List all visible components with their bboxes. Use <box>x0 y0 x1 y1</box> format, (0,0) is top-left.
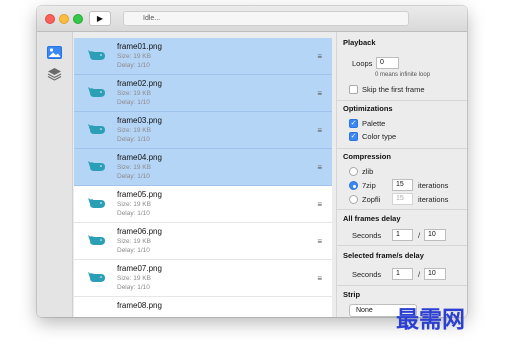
zlib-label: zlib <box>362 167 374 176</box>
frame-filename: frame05.png <box>117 190 162 199</box>
selected-delay-denominator-input[interactable]: 10 <box>424 268 446 280</box>
palette-checkbox[interactable]: ✓ <box>349 119 358 128</box>
play-button[interactable]: ▶ <box>89 11 111 26</box>
frame-delay: Delay: 1/10 <box>117 173 150 180</box>
frame-size: Size: 19 KB <box>117 53 151 60</box>
layers-icon[interactable] <box>46 67 62 81</box>
whale-thumbnail-icon <box>88 50 105 60</box>
zlib-radio[interactable] <box>349 167 358 176</box>
strip-title: Strip <box>343 290 361 299</box>
compression-section: Compression zlib 7zip 15 iterations Zopf… <box>337 149 467 210</box>
close-window-button[interactable] <box>45 14 55 24</box>
zoom-window-button[interactable] <box>73 14 83 24</box>
frame-size: Size: 19 KB <box>117 164 151 171</box>
watermark-logo: 最需网 <box>396 306 465 333</box>
frame-size: Size: 19 KB <box>117 275 151 282</box>
app-window: ▶ Idle... frame01.png Size: 19 KB Delay:… <box>37 6 467 317</box>
frame-size: Size: 19 KB <box>117 127 151 134</box>
selected-delay-slash: / <box>418 270 421 279</box>
frame-delay: Delay: 1/10 <box>117 284 150 291</box>
frame-row[interactable]: frame05.png Size: 19 KB Delay: 1/10 ≡ <box>74 186 332 223</box>
frame-filename: frame07.png <box>117 264 162 273</box>
drag-handle-icon[interactable]: ≡ <box>317 89 322 98</box>
optimizations-section: Optimizations ✓ Palette ✓ Color type <box>337 101 467 149</box>
all-frames-delay-section: All frames delay Seconds 1 / 10 <box>337 210 467 246</box>
frame-row[interactable]: frame08.png <box>74 297 332 317</box>
whale-thumbnail-icon <box>88 198 105 208</box>
selected-frames-delay-section: Selected frame/s delay Seconds 1 / 10 <box>337 246 467 286</box>
frame-delay: Delay: 1/10 <box>117 136 150 143</box>
status-field: Idle... <box>123 11 409 26</box>
play-icon: ▶ <box>96 14 104 23</box>
whale-thumbnail-icon <box>88 87 105 97</box>
color-type-label: Color type <box>362 132 397 141</box>
zopfli-radio[interactable] <box>349 195 358 204</box>
color-type-checkbox[interactable]: ✓ <box>349 132 358 141</box>
sidebar <box>37 32 73 317</box>
image-icon[interactable] <box>46 45 62 59</box>
frame-delay: Delay: 1/10 <box>117 62 150 69</box>
loops-label: Loops <box>352 59 373 68</box>
frame-size: Size: 19 KB <box>117 238 151 245</box>
playback-section: Playback Loops 0 0 means infinite loop S… <box>337 32 467 101</box>
loops-hint: 0 means infinite loop <box>375 72 431 78</box>
frame-delay: Delay: 1/10 <box>117 99 150 106</box>
frame-list: frame01.png Size: 19 KB Delay: 1/10 ≡ fr… <box>74 38 332 317</box>
settings-panel: Playback Loops 0 0 means infinite loop S… <box>336 32 467 317</box>
frame-filename: frame06.png <box>117 227 162 236</box>
frame-row[interactable]: frame02.png Size: 19 KB Delay: 1/10 ≡ <box>74 75 332 112</box>
7zip-iterations-input[interactable]: 15 <box>392 179 413 191</box>
drag-handle-icon[interactable]: ≡ <box>317 200 322 209</box>
frame-row[interactable]: frame03.png Size: 19 KB Delay: 1/10 ≡ <box>74 112 332 149</box>
palette-label: Palette <box>362 119 386 128</box>
zopfli-label: Zopfli <box>362 195 381 204</box>
frame-row[interactable]: frame01.png Size: 19 KB Delay: 1/10 ≡ <box>74 38 332 75</box>
all-delay-slash: / <box>418 231 421 240</box>
drag-handle-icon[interactable]: ≡ <box>317 126 322 135</box>
whale-thumbnail-icon <box>88 124 105 134</box>
optimizations-title: Optimizations <box>343 104 393 113</box>
status-text: Idle... <box>143 15 161 22</box>
selected-delay-numerator-input[interactable]: 1 <box>392 268 413 280</box>
loops-input[interactable]: 0 <box>376 57 399 69</box>
title-bar: ▶ Idle... <box>37 6 467 32</box>
whale-thumbnail-icon <box>88 272 105 282</box>
playback-title: Playback <box>343 38 376 47</box>
all-delay-seconds-label: Seconds <box>352 231 382 240</box>
7zip-label: 7zip <box>362 181 376 190</box>
frame-delay: Delay: 1/10 <box>117 210 150 217</box>
minimize-window-button[interactable] <box>59 14 69 24</box>
selected-frames-delay-title: Selected frame/s delay <box>343 251 424 260</box>
frame-filename: frame03.png <box>117 116 162 125</box>
drag-handle-icon[interactable]: ≡ <box>317 52 322 61</box>
frame-filename: frame08.png <box>117 301 162 310</box>
frame-delay: Delay: 1/10 <box>117 247 150 254</box>
frame-filename: frame01.png <box>117 42 162 51</box>
selected-delay-seconds-label: Seconds <box>352 270 382 279</box>
drag-handle-icon[interactable]: ≡ <box>317 237 322 246</box>
drag-handle-icon[interactable]: ≡ <box>317 163 322 172</box>
7zip-iterations-label: iterations <box>418 181 449 190</box>
all-delay-numerator-input[interactable]: 1 <box>392 229 413 241</box>
drag-handle-icon[interactable]: ≡ <box>317 274 322 283</box>
frame-size: Size: 19 KB <box>117 90 151 97</box>
frame-row[interactable]: frame04.png Size: 19 KB Delay: 1/10 ≡ <box>74 149 332 186</box>
whale-thumbnail-icon <box>88 161 105 171</box>
skip-first-frame-label: Skip the first frame <box>362 85 425 94</box>
frame-row[interactable]: frame06.png Size: 19 KB Delay: 1/10 ≡ <box>74 223 332 260</box>
frame-filename: frame02.png <box>117 79 162 88</box>
skip-first-frame-checkbox[interactable] <box>349 85 358 94</box>
frame-row[interactable]: frame07.png Size: 19 KB Delay: 1/10 ≡ <box>74 260 332 297</box>
frame-filename: frame04.png <box>117 153 162 162</box>
7zip-radio[interactable] <box>349 181 358 190</box>
whale-thumbnail-icon <box>88 235 105 245</box>
frame-size: Size: 19 KB <box>117 201 151 208</box>
all-delay-denominator-input[interactable]: 10 <box>424 229 446 241</box>
zopfli-iterations-input[interactable]: 15 <box>392 193 413 205</box>
compression-title: Compression <box>343 152 391 161</box>
all-frames-delay-title: All frames delay <box>343 214 401 223</box>
zopfli-iterations-label: iterations <box>418 195 449 204</box>
